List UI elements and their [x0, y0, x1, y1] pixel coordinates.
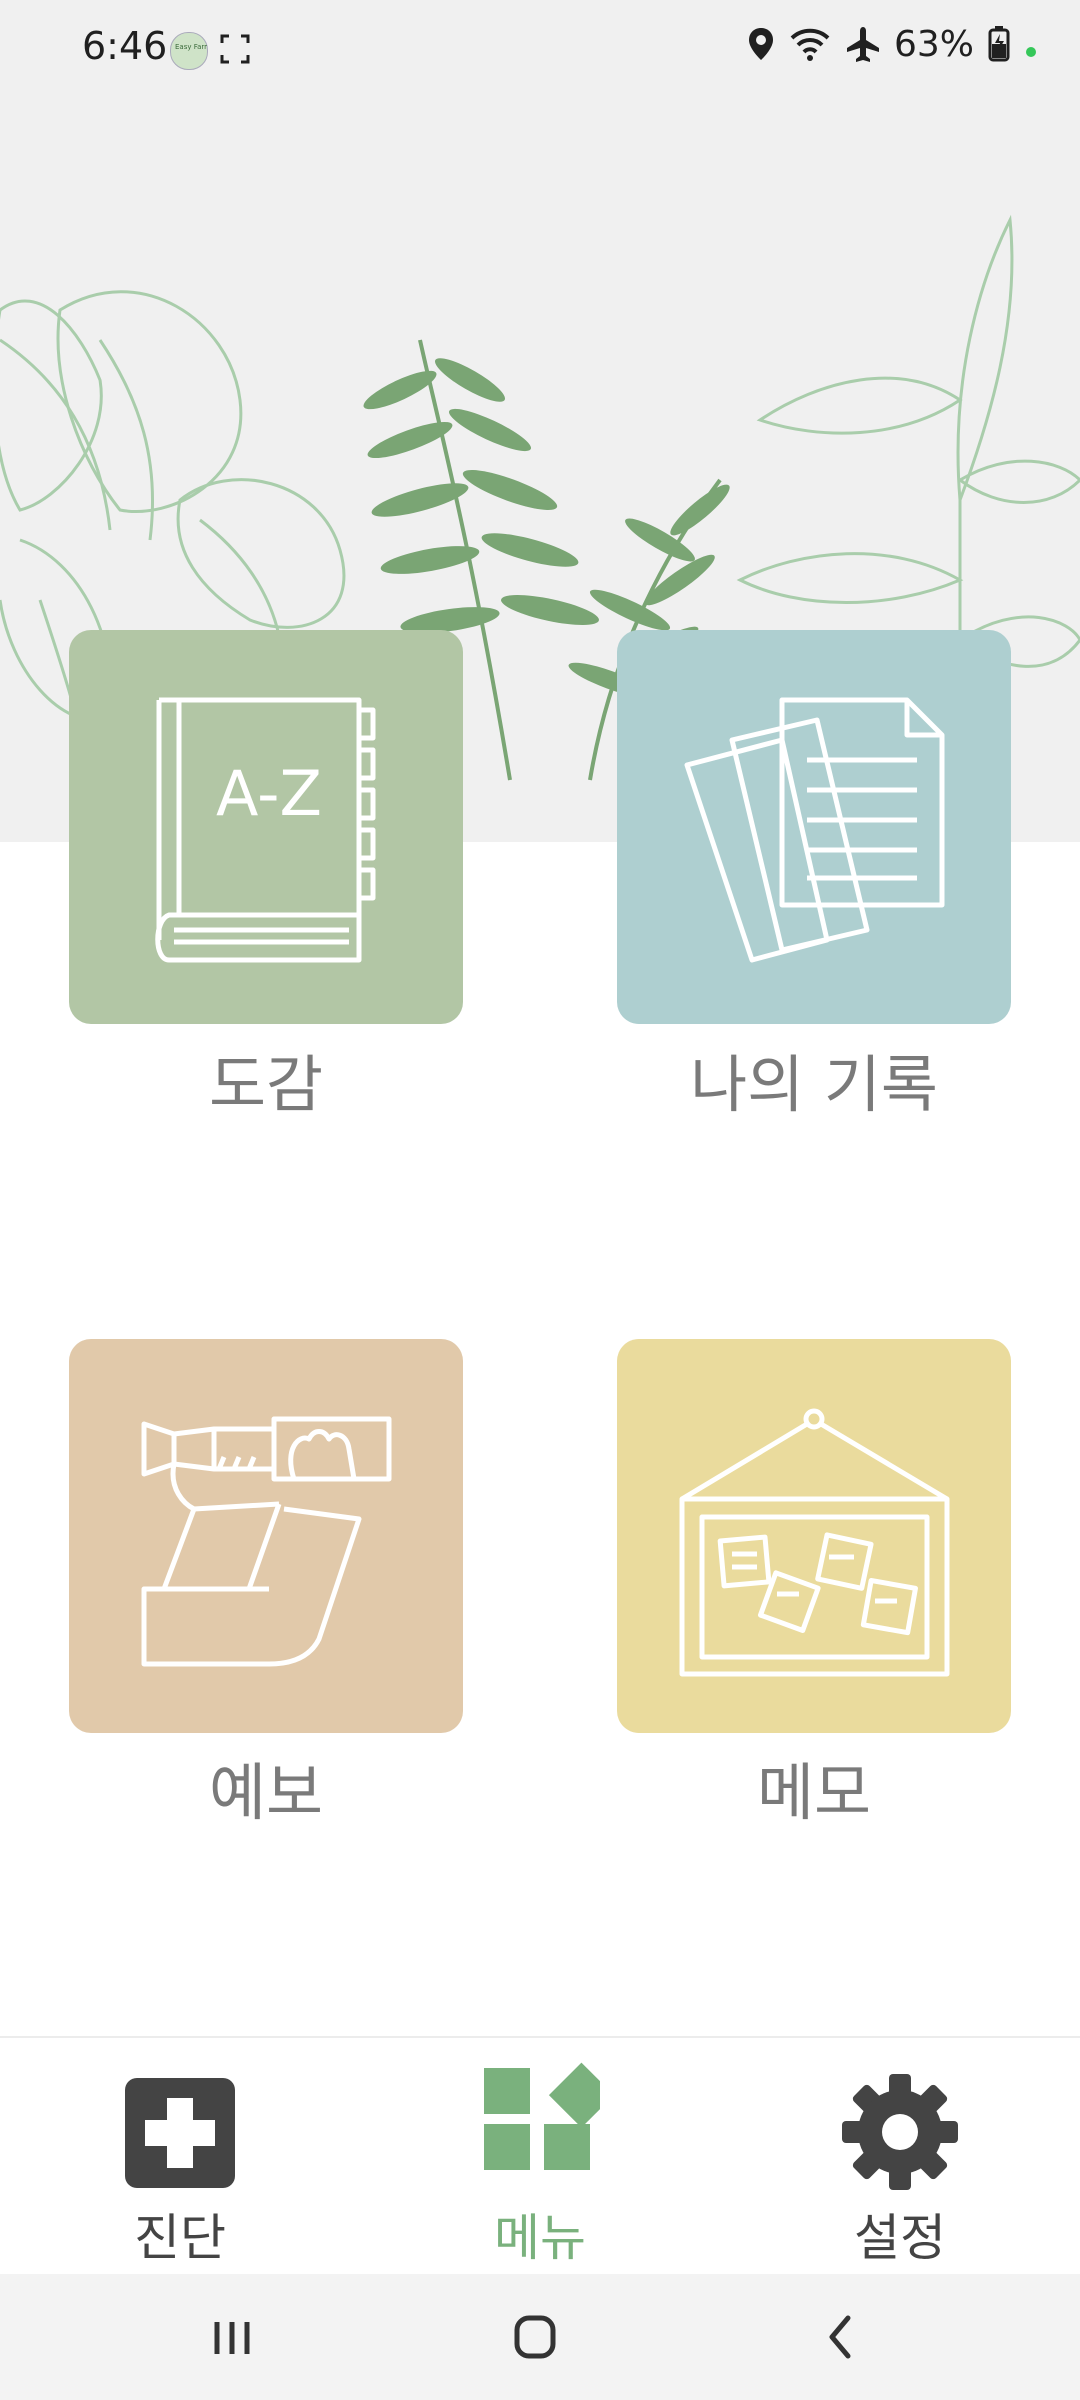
telescope-icon	[141, 1416, 392, 1667]
recent-apps-button[interactable]	[192, 2302, 272, 2372]
tile-dictionary[interactable]: A-Z	[69, 630, 463, 1024]
tile-label-my-records: 나의 기록	[690, 1048, 938, 1121]
medical-cross-icon	[125, 2078, 235, 2188]
airplane-mode-icon	[846, 27, 879, 62]
app-thumb-text: Easy Farm	[175, 43, 207, 51]
battery-percent: 63%	[893, 23, 974, 65]
back-icon	[829, 2315, 851, 2359]
status-bar: 6:46 Easy Farm 63%	[0, 0, 1080, 80]
tile-forecast[interactable]	[69, 1339, 463, 1733]
tile-label-forecast: 예보	[208, 1756, 324, 1829]
nav-item-settings[interactable]: 설정	[770, 2038, 1030, 2276]
status-time: 6:46	[82, 24, 168, 68]
tile-label-memo: 메모	[756, 1756, 872, 1829]
menu-blocks-icon	[484, 2062, 600, 2170]
nav-label-menu: 메뉴	[494, 2209, 586, 2267]
nav-item-diagnosis[interactable]: 진단	[50, 2038, 310, 2276]
nav-label-diagnosis: 진단	[134, 2209, 226, 2267]
home-button[interactable]	[495, 2302, 575, 2372]
bottom-navigation: 진단 메뉴 설정	[0, 2036, 1080, 2276]
wifi-icon	[790, 28, 830, 61]
tile-my-records[interactable]	[617, 630, 1011, 1024]
system-navigation-bar	[0, 2274, 1080, 2400]
dictionary-book-icon: A-Z	[155, 697, 376, 963]
recent-apps-icon	[214, 2322, 250, 2354]
battery-charging-icon	[988, 26, 1010, 62]
tile-label-dictionary: 도감	[208, 1048, 324, 1121]
nav-item-menu[interactable]: 메뉴	[410, 2038, 670, 2276]
book-cover-text: A-Z	[216, 757, 322, 830]
status-right-cluster: 63%	[746, 23, 1038, 65]
tile-memo[interactable]	[617, 1339, 1011, 1733]
home-icon	[514, 2315, 556, 2359]
nav-label-settings: 설정	[854, 2209, 946, 2267]
location-icon	[748, 28, 773, 60]
app-thumbnail-icon: Easy Farm	[170, 32, 211, 70]
green-dot-icon	[1026, 47, 1036, 57]
memo-board-icon	[679, 1408, 950, 1677]
back-button[interactable]	[800, 2302, 880, 2372]
documents-icon	[684, 697, 945, 963]
screenshot-frame-icon	[220, 34, 250, 64]
gear-icon	[842, 2074, 958, 2190]
